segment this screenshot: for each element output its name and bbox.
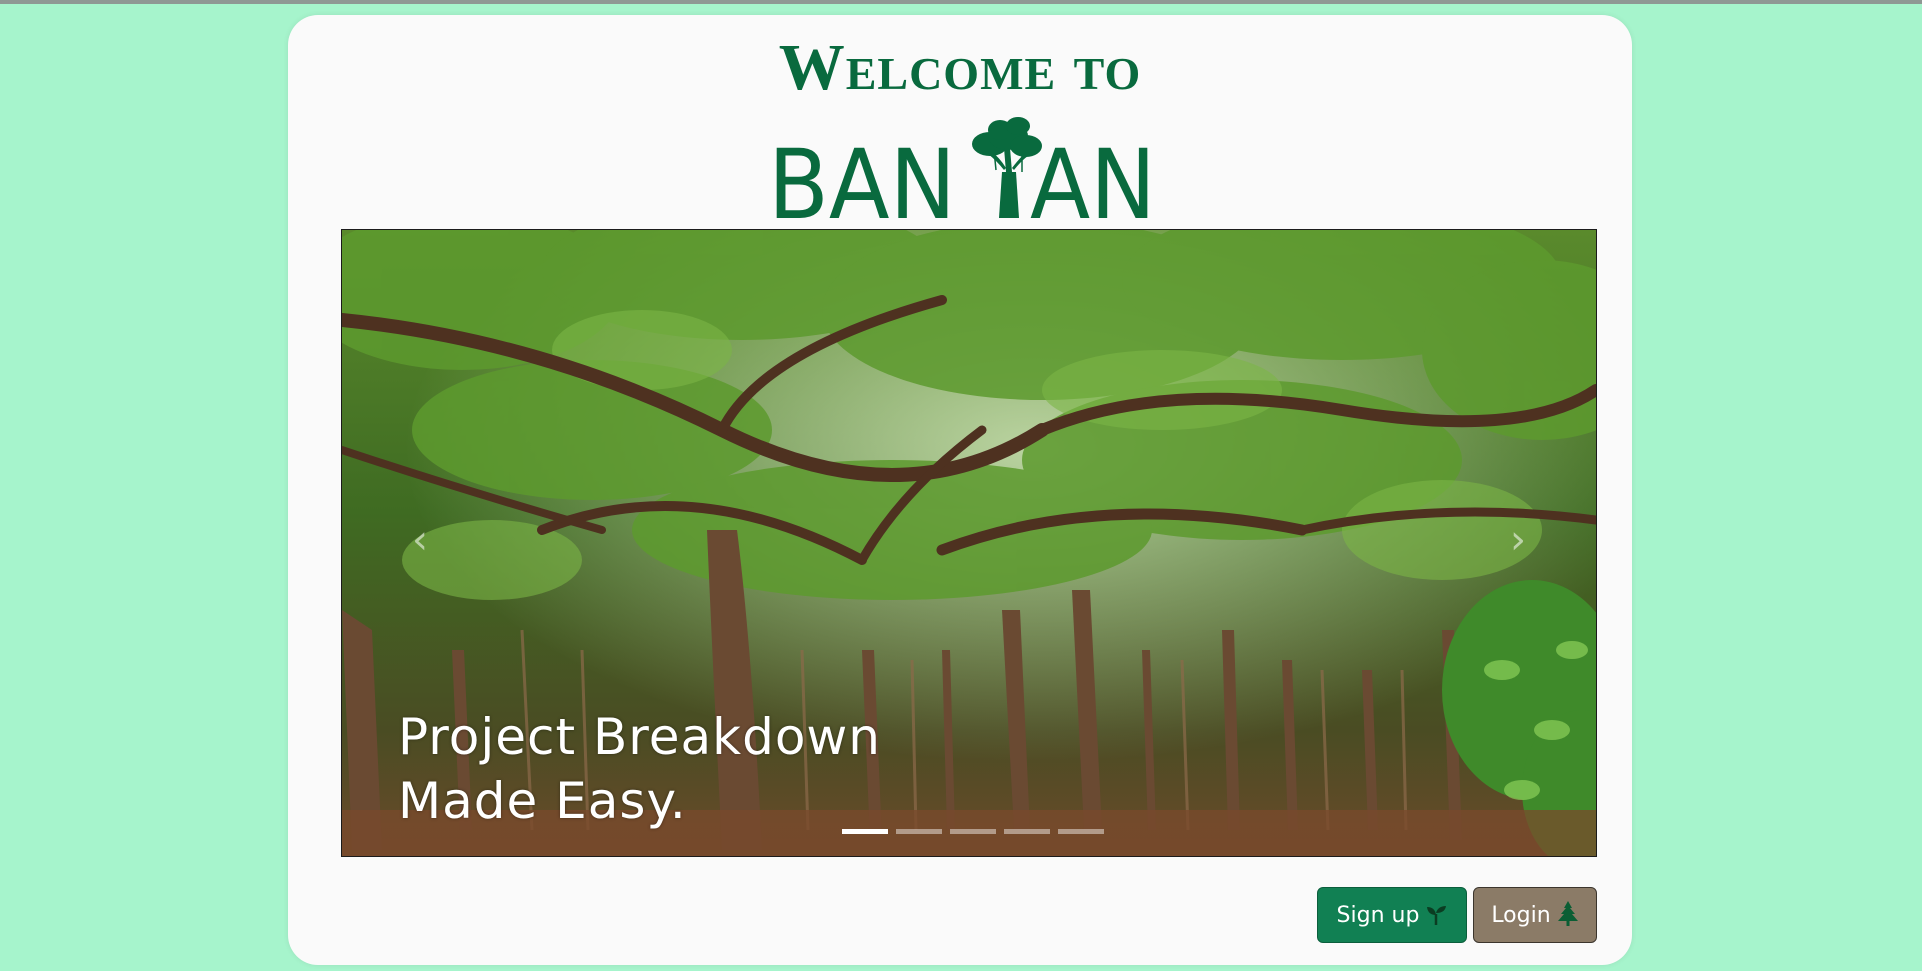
svg-text:AN: AN bbox=[1030, 129, 1156, 222]
carousel-indicator-5[interactable] bbox=[1058, 829, 1104, 834]
welcome-heading: Welcome to bbox=[778, 31, 1142, 104]
tree-icon bbox=[1557, 901, 1579, 929]
login-button[interactable]: Login bbox=[1473, 887, 1597, 943]
sprout-icon bbox=[1425, 904, 1447, 926]
carousel-indicator-4[interactable] bbox=[1004, 829, 1050, 834]
caption-line-1: Project Breakdown bbox=[398, 708, 881, 766]
browser-top-border bbox=[0, 0, 1922, 4]
carousel-indicators bbox=[842, 829, 1104, 834]
banyan-logo-svg: BAN AN bbox=[768, 117, 1156, 222]
welcome-card: Welcome to BAN AN ‹ › Project Breakdown … bbox=[288, 15, 1632, 965]
svg-text:BAN: BAN bbox=[768, 129, 956, 222]
carousel-caption: Project Breakdown Made Easy. bbox=[398, 705, 881, 833]
banyan-logo: BAN AN bbox=[768, 110, 1164, 222]
carousel-indicator-2[interactable] bbox=[896, 829, 942, 834]
signup-label: Sign up bbox=[1336, 902, 1420, 928]
carousel-prev-control[interactable]: ‹ bbox=[400, 510, 440, 570]
carousel-next-control[interactable]: › bbox=[1498, 510, 1538, 570]
chevron-right-icon: › bbox=[1510, 517, 1526, 563]
image-carousel[interactable]: ‹ › Project Breakdown Made Easy. bbox=[341, 229, 1597, 857]
login-label: Login bbox=[1491, 902, 1551, 928]
chevron-left-icon: ‹ bbox=[412, 517, 428, 563]
signup-button[interactable]: Sign up bbox=[1317, 887, 1467, 943]
caption-line-2: Made Easy. bbox=[398, 772, 687, 830]
carousel-indicator-3[interactable] bbox=[950, 829, 996, 834]
carousel-indicator-1[interactable] bbox=[842, 829, 888, 834]
